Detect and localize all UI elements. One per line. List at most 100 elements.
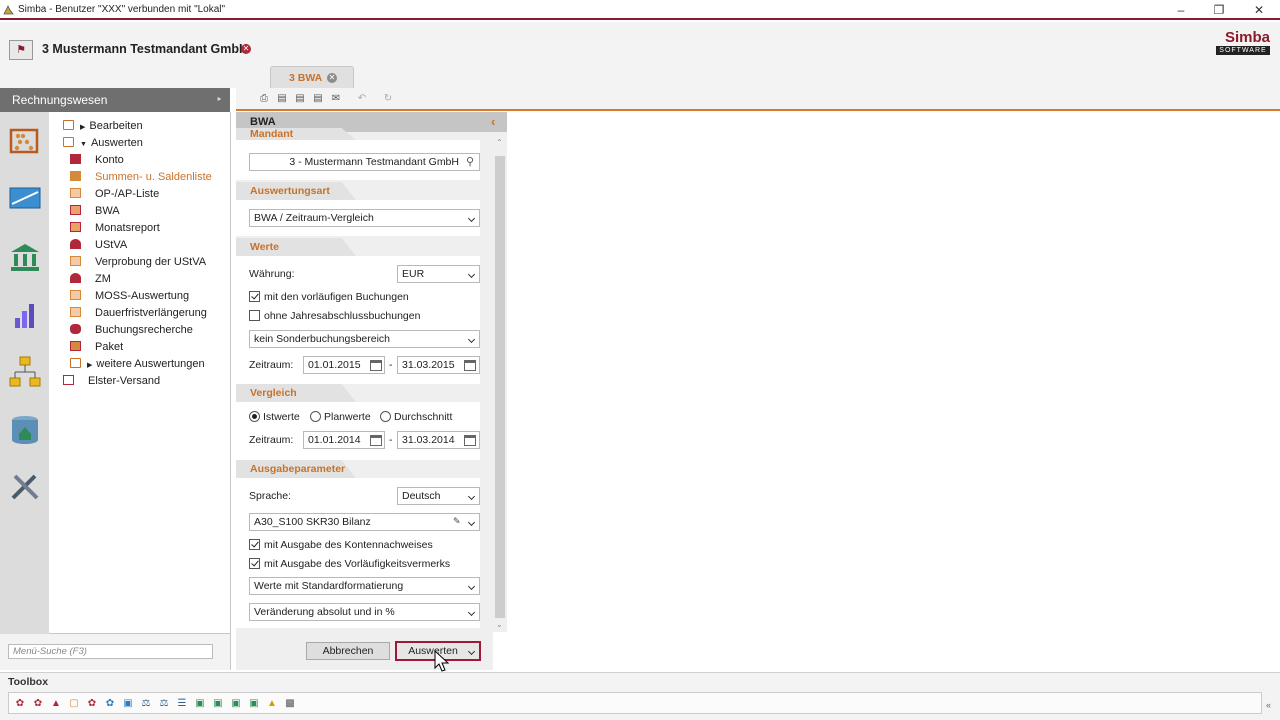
toolbox-collapse-icon[interactable]: «: [1266, 700, 1271, 710]
tree-item-op-ap-liste[interactable]: OP-/AP-Liste: [70, 186, 159, 202]
tab-close-icon[interactable]: ✕: [327, 73, 337, 83]
toolbox-tool-icon[interactable]: ▲: [49, 698, 63, 710]
tree-item-label: ZM: [95, 273, 111, 285]
tree-item-buchungsrecherche[interactable]: Buchungsrecherche: [70, 322, 193, 338]
tree-item-weitere-auswertungen[interactable]: ▶ weitere Auswertungen: [70, 356, 205, 372]
toolbox-tool-icon[interactable]: ▣: [247, 698, 261, 710]
tree-item-label: Verprobung der UStVA: [95, 256, 207, 268]
currency-select[interactable]: EUR: [397, 265, 480, 283]
print-icon[interactable]: ⎙: [258, 93, 270, 105]
vorlaeufige-buchungen-checkbox[interactable]: [249, 291, 260, 302]
radio-label: Istwerte: [263, 411, 300, 423]
menu-search-input[interactable]: Menü-Suche (F3): [8, 644, 213, 659]
toolbox-tool-icon[interactable]: ⚖: [139, 698, 153, 710]
layout-select[interactable]: A30_S100 SKR30 Bilanz: [249, 513, 480, 531]
calendar-icon[interactable]: [464, 435, 476, 446]
tree-item-label: Elster-Versand: [88, 375, 161, 387]
pin-icon[interactable]: ‣: [216, 93, 223, 106]
tree-item-monatsreport[interactable]: Monatsreport: [70, 220, 160, 236]
abacus-icon[interactable]: [7, 124, 43, 160]
kontennachweis-checkbox[interactable]: [249, 539, 260, 550]
close-window-button[interactable]: ✕: [1244, 2, 1274, 18]
company-icon[interactable]: ⚑: [9, 40, 33, 60]
tree-item-dauerfrist[interactable]: Dauerfristverlängerung: [70, 305, 207, 321]
bank-icon[interactable]: [7, 240, 43, 276]
scroll-thumb[interactable]: [495, 156, 505, 618]
tree-item-bwa[interactable]: BWA: [70, 203, 120, 219]
tree-item-bearbeiten[interactable]: ▶ Bearbeiten: [63, 118, 143, 134]
tree-item-auswerten[interactable]: ▼ Auswerten: [63, 135, 143, 151]
toolbox-tool-icon[interactable]: ▣: [211, 698, 225, 710]
format-select[interactable]: Werte mit Standardformatierung: [249, 577, 480, 595]
toolbox-tool-icon[interactable]: ☰: [175, 698, 189, 710]
toolbox-tool-icon[interactable]: ▢: [67, 698, 81, 710]
tree-item-moss[interactable]: MOSS-Auswertung: [70, 288, 189, 304]
sonderbuchungsbereich-select[interactable]: kein Sonderbuchungsbereich: [249, 330, 480, 348]
tree-item-summen-saldenliste[interactable]: Summen- u. Saldenliste: [70, 169, 212, 185]
panel-scrollbar[interactable]: ⌃ ⌄: [493, 132, 507, 632]
toolbox-tool-icon[interactable]: ▩: [283, 698, 297, 710]
toolbox-tool-icon[interactable]: ▣: [193, 698, 207, 710]
auswertungsart-select[interactable]: BWA / Zeitraum-Vergleich: [249, 209, 480, 227]
refresh-icon[interactable]: ↻: [382, 93, 394, 105]
mandant-field[interactable]: 3 - Mustermann Testmandant GmbH: [249, 153, 480, 171]
tree-item-ustva[interactable]: UStVA: [70, 237, 127, 253]
period-label: Zeitraum:: [249, 359, 294, 371]
vorlaeufigkeitsvermerk-checkbox[interactable]: [249, 558, 260, 569]
change-select[interactable]: Veränderung absolut und in %: [249, 603, 480, 621]
mail-icon[interactable]: ✉: [330, 93, 342, 105]
durchschnitt-radio[interactable]: [380, 411, 391, 422]
restore-button[interactable]: ❐: [1204, 2, 1234, 18]
layout-edit-icon[interactable]: ✎: [453, 516, 461, 527]
calendar-icon[interactable]: [464, 360, 476, 371]
jahresabschluss-checkbox[interactable]: [249, 310, 260, 321]
app-icon: [3, 4, 14, 15]
tools-icon[interactable]: [7, 468, 43, 504]
toolbox-tool-icon[interactable]: ✿: [13, 698, 27, 710]
scroll-down-icon[interactable]: ⌄: [496, 620, 503, 629]
language-label: Sprache:: [249, 490, 292, 502]
tree-item-verprobung[interactable]: Verprobung der UStVA: [70, 254, 206, 270]
tree-item-konto[interactable]: Konto: [70, 152, 124, 168]
toolbox-tool-icon[interactable]: ✿: [103, 698, 117, 710]
tab-bwa[interactable]: 3 BWA ✕: [270, 66, 354, 88]
planwerte-radio[interactable]: [310, 411, 321, 422]
tree-item-label: weitere Auswertungen: [96, 358, 205, 370]
undo-icon[interactable]: ↶: [356, 93, 368, 105]
toolbox-tool-icon[interactable]: ▣: [229, 698, 243, 710]
export-icon[interactable]: ▤: [294, 93, 306, 105]
tree-item-paket[interactable]: Paket: [70, 339, 123, 355]
moss-icon: [70, 290, 81, 300]
toolbox-tool-icon[interactable]: ⚖: [157, 698, 171, 710]
currency-label: Währung:: [249, 268, 295, 280]
calendar-icon[interactable]: [370, 360, 382, 371]
ap-icon[interactable]: [7, 182, 43, 218]
title-bar: Simba - Benutzer "XXX" verbunden mit "Lo…: [0, 0, 1280, 20]
istwerte-radio[interactable]: [249, 411, 260, 422]
toolbox-tool-icon[interactable]: ✿: [85, 698, 99, 710]
toolbox-tool-icon[interactable]: ▣: [121, 698, 135, 710]
tree-item-zm[interactable]: ZM: [70, 271, 111, 287]
calendar-icon[interactable]: [370, 435, 382, 446]
checkbox-label: mit Ausgabe des Kontennachweises: [264, 539, 433, 551]
collapse-panel-icon[interactable]: ‹: [491, 114, 495, 129]
toolbox-tool-icon[interactable]: ✿: [31, 698, 45, 710]
search-icon[interactable]: ⚲: [466, 155, 474, 168]
bar-chart-icon[interactable]: [7, 298, 43, 334]
elster-icon: [63, 375, 74, 385]
org-chart-icon[interactable]: [7, 354, 43, 390]
minimize-button[interactable]: –: [1166, 2, 1196, 18]
tree-item-elster-versand[interactable]: Elster-Versand: [63, 373, 160, 389]
toolbox-tool-icon[interactable]: ▲: [265, 698, 279, 710]
company-close-icon[interactable]: ✕: [241, 44, 251, 54]
tree-item-label: Monatsreport: [95, 222, 160, 234]
export-pdf-icon[interactable]: ▤: [312, 93, 324, 105]
language-select[interactable]: Deutsch: [397, 487, 480, 505]
database-home-icon[interactable]: [7, 412, 43, 448]
cancel-button[interactable]: Abbrechen: [306, 642, 390, 660]
preview-icon[interactable]: ▤: [276, 93, 288, 105]
tax-icon: [70, 273, 81, 283]
report-icon: [70, 205, 81, 215]
scroll-up-icon[interactable]: ⌃: [496, 138, 503, 147]
tree-item-label: OP-/AP-Liste: [95, 188, 160, 200]
